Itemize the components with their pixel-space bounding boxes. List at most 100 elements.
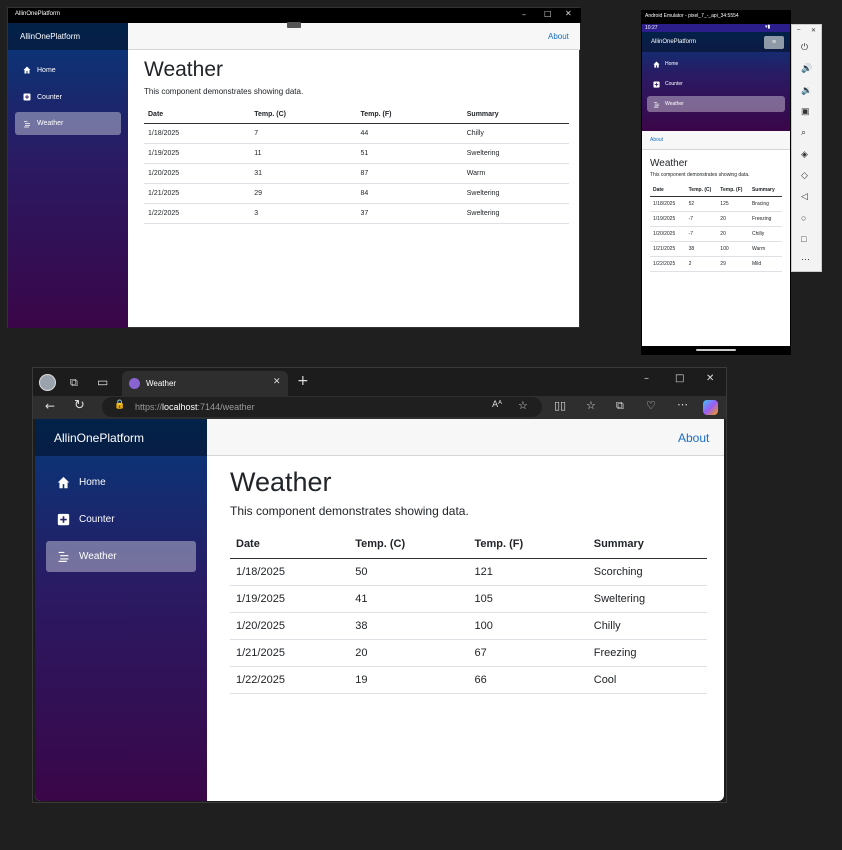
- refresh-button[interactable]: ↻: [74, 398, 85, 413]
- profile-avatar[interactable]: [39, 374, 56, 391]
- overview-icon[interactable]: □: [801, 234, 806, 244]
- table-cell: 1/21/2025: [230, 639, 350, 667]
- table-cell: 66: [468, 666, 588, 694]
- table-cell: Warm: [462, 163, 569, 184]
- table-cell: Sweltering: [462, 183, 569, 204]
- tab-close-button[interactable]: ✕: [273, 377, 281, 387]
- phone-screen: 10:27 ▾▮ AllinOnePlatform ≡ Home Counter…: [642, 24, 790, 346]
- app-brand[interactable]: AllinOnePlatform: [20, 32, 80, 41]
- sidebar-item-label: Weather: [79, 551, 117, 562]
- minimize-button[interactable]: –: [644, 373, 649, 384]
- mobile-main-content: Weather This component demonstrates show…: [650, 158, 782, 272]
- table-cell: 100: [468, 612, 588, 640]
- zoom-icon[interactable]: ⌕: [801, 127, 806, 138]
- column-header: Date: [144, 106, 251, 124]
- table-cell: 1/19/2025: [230, 585, 350, 613]
- hamburger-menu-button[interactable]: ≡: [764, 36, 784, 49]
- sidebar-item-counter[interactable]: Counter: [15, 90, 121, 104]
- close-button[interactable]: ✕: [565, 9, 572, 18]
- sidebar: AllinOnePlatform Home Counter Weather: [8, 23, 128, 328]
- column-header: Summary: [748, 185, 782, 197]
- title-bar: AllinOnePlatform – □ ✕: [8, 8, 581, 23]
- volume-down-icon[interactable]: 🔉: [801, 85, 812, 96]
- top-row: About: [207, 419, 724, 456]
- volume-up-icon[interactable]: 🔊: [801, 63, 812, 74]
- favorite-star-icon[interactable]: ☆: [518, 399, 528, 412]
- table-cell: -7: [685, 226, 718, 242]
- table-row: 1/22/2025 3 37 Sweltering: [144, 203, 569, 224]
- weather-table: Date Temp. (C) Temp. (F) Summary 1/18/20…: [230, 531, 707, 694]
- camera-icon[interactable]: ▣: [801, 106, 810, 117]
- browser-tab[interactable]: Weather ✕: [122, 371, 288, 396]
- url-scheme: https://: [135, 402, 163, 412]
- split-screen-icon[interactable]: ▯▯: [554, 399, 566, 412]
- table-header-row: Date Temp. (C) Temp. (F) Summary: [230, 531, 707, 559]
- table-row: 1/18/2025 7 44 Chilly: [144, 123, 569, 144]
- toolbar-close-button[interactable]: ✕: [811, 27, 816, 34]
- sidebar-item-label: Counter: [37, 93, 62, 101]
- table-cell: Freezing: [587, 639, 707, 667]
- about-link[interactable]: About: [678, 431, 709, 445]
- more-icon[interactable]: ⋯: [801, 254, 810, 265]
- new-tab-button[interactable]: +: [297, 373, 309, 389]
- address-bar[interactable]: 🔒 https://localhost:7144/weather Aᴬ ☆: [102, 397, 542, 417]
- maximize-button[interactable]: □: [675, 373, 684, 384]
- page-title: Weather: [230, 467, 332, 497]
- table-cell: 1/19/2025: [650, 211, 686, 227]
- rotate-left-icon[interactable]: ◈: [801, 149, 808, 160]
- table-cell: 29: [717, 256, 749, 272]
- sidebar-item-home[interactable]: Home: [46, 470, 196, 494]
- more-options-icon[interactable]: ⋯: [677, 398, 688, 411]
- table-row: 1/18/2025 50 121 Scorching: [230, 558, 707, 586]
- close-button[interactable]: ✕: [706, 373, 714, 384]
- sidebar-item-home[interactable]: Home: [15, 63, 121, 77]
- table-cell: 1/22/2025: [144, 203, 251, 224]
- table-cell: Scorching: [587, 558, 707, 586]
- back-icon[interactable]: ◁: [801, 191, 808, 202]
- toolbar-minimize-button[interactable]: –: [797, 27, 800, 33]
- sidebar-item-weather[interactable]: Weather: [46, 541, 196, 572]
- app-brand[interactable]: AllinOnePlatform: [54, 431, 144, 445]
- table-cell: 1/19/2025: [144, 143, 251, 164]
- sidebar-item-weather[interactable]: Weather: [15, 112, 121, 135]
- favicon-icon: [129, 378, 140, 389]
- mobile-about-bar: About: [642, 131, 790, 150]
- copilot-icon[interactable]: [703, 400, 718, 415]
- gesture-bar[interactable]: [696, 349, 736, 351]
- table-row: 1/22/2025 2 29 Mild: [650, 256, 782, 272]
- table-cell: 38: [349, 612, 469, 640]
- app-brand[interactable]: AllinOnePlatform: [651, 39, 696, 45]
- lock-icon[interactable]: 🔒: [114, 400, 125, 410]
- sidebar-item-counter[interactable]: Counter: [647, 77, 785, 91]
- home-circle-icon[interactable]: ○: [801, 213, 806, 223]
- url-host: localhost: [162, 402, 198, 412]
- back-button[interactable]: ←: [45, 399, 55, 413]
- tab-actions-icon[interactable]: ▭: [97, 375, 108, 389]
- rotate-right-icon[interactable]: ◇: [801, 170, 808, 181]
- table-cell: Chilly: [587, 612, 707, 640]
- sidebar-item-label: Counter: [79, 513, 115, 525]
- favorites-icon[interactable]: ☆: [586, 399, 596, 412]
- page-description: This component demonstrates showing data…: [650, 172, 750, 178]
- table-cell: 20: [717, 211, 749, 227]
- maximize-button[interactable]: □: [544, 9, 552, 18]
- table-cell: 1/21/2025: [650, 241, 686, 257]
- sidebar-item-label: Home: [79, 476, 106, 488]
- browser-essentials-icon[interactable]: ♡: [646, 399, 656, 412]
- table-cell: 3: [250, 203, 357, 224]
- minimize-button[interactable]: –: [522, 10, 526, 19]
- web-page: AllinOnePlatform Home Counter Weather Ab…: [35, 419, 724, 801]
- list-icon: [23, 120, 31, 128]
- sidebar-item-home[interactable]: Home: [647, 57, 785, 71]
- about-link[interactable]: About: [548, 32, 569, 41]
- read-aloud-icon[interactable]: Aᴬ: [492, 400, 502, 410]
- power-icon[interactable]: ⏻: [801, 42, 808, 53]
- sidebar-item-weather[interactable]: Weather: [647, 96, 785, 112]
- workspaces-icon[interactable]: ⧉: [70, 376, 78, 390]
- table-cell: 1/18/2025: [144, 123, 251, 144]
- about-link[interactable]: About: [650, 137, 663, 143]
- sidebar-item-counter[interactable]: Counter: [46, 507, 196, 531]
- collections-icon[interactable]: ⧉: [616, 399, 624, 413]
- plus-square-icon: [653, 80, 660, 88]
- column-header: Date: [230, 531, 350, 559]
